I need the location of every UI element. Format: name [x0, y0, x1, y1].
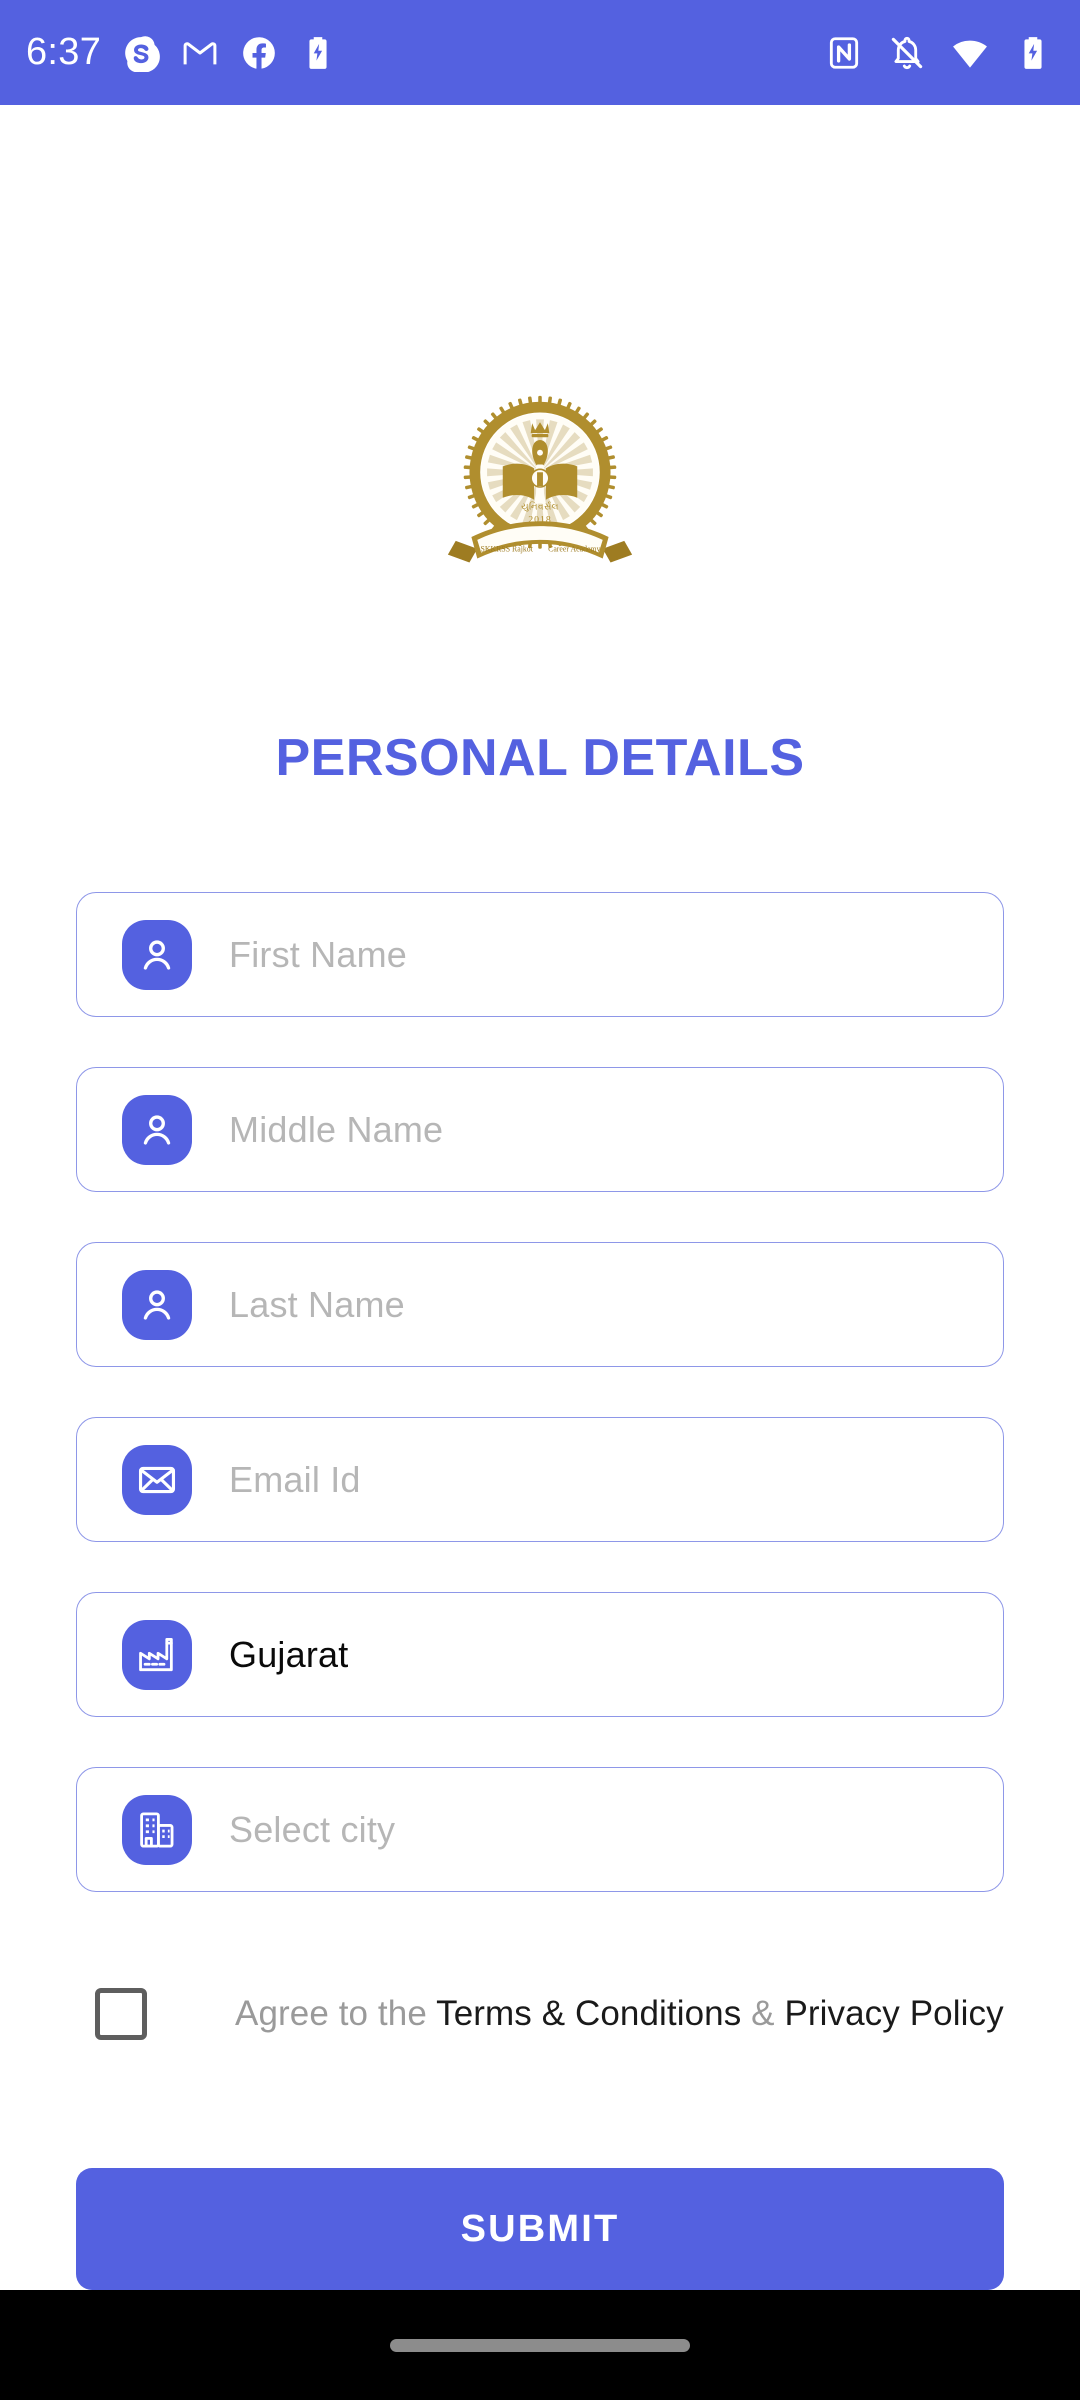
- terms-separator: &: [741, 1994, 785, 2033]
- field-city[interactable]: Select city: [76, 1767, 1004, 1892]
- terms-prefix: Agree to the: [235, 1994, 437, 2033]
- field-email-id-text: Email Id: [229, 1458, 361, 1500]
- person-icon: [122, 919, 192, 990]
- skype-icon: [122, 34, 161, 72]
- gesture-handle[interactable]: [390, 2338, 690, 2352]
- envelope-icon: [122, 1444, 192, 1515]
- battery-charging-icon: [1014, 34, 1052, 72]
- app-screen: 6:37 યુનિવર્સલ 2018 SKKRSS Rajkot Career…: [0, 0, 1080, 2400]
- status-bar: 6:37: [0, 0, 1080, 105]
- field-email-id[interactable]: Email Id: [76, 1417, 1004, 1542]
- buildings-icon: [122, 1794, 192, 1865]
- svg-text:Career Academy: Career Academy: [548, 545, 600, 554]
- gesture-navigation-bar: [0, 2290, 1080, 2400]
- field-first-name[interactable]: First Name: [76, 892, 1004, 1017]
- svg-text:SKKRSS Rajkot: SKKRSS Rajkot: [480, 545, 533, 554]
- page-title: PERSONAL DETAILS: [275, 729, 805, 787]
- factory-icon: [122, 1619, 192, 1690]
- status-bar-right-group: [825, 34, 1052, 72]
- status-bar-left-group: 6:37: [26, 31, 337, 74]
- submit-button[interactable]: SUBMIT: [76, 2168, 1004, 2290]
- submit-button-label: SUBMIT: [460, 2207, 620, 2250]
- terms-agreement-row[interactable]: Agree to the Terms & Conditions & Privac…: [95, 1988, 1004, 2040]
- facebook-icon: [240, 34, 278, 72]
- terms-agreement-label: Agree to the Terms & Conditions & Privac…: [235, 1994, 1004, 2034]
- personal-details-form: First Name Middle Name Last Name Email I…: [76, 892, 1004, 1942]
- wifi-icon: [951, 34, 989, 72]
- gmail-icon: [181, 34, 219, 72]
- battery-charging-icon: [299, 34, 337, 72]
- skkrss-academy-emblem-icon: યુનિવર્સલ 2018 SKKRSS Rajkot Career Acad…: [447, 395, 633, 563]
- field-state[interactable]: Gujarat: [76, 1592, 1004, 1717]
- svg-text:યુનિવર્સલ: યુનિવર્સલ: [521, 502, 559, 512]
- status-bar-clock: 6:37: [26, 31, 102, 73]
- person-icon: [122, 1269, 192, 1340]
- field-middle-name[interactable]: Middle Name: [76, 1067, 1004, 1192]
- field-last-name[interactable]: Last Name: [76, 1242, 1004, 1367]
- field-last-name-text: Last Name: [229, 1283, 405, 1325]
- privacy-policy-link[interactable]: Privacy Policy: [784, 1994, 1003, 2033]
- field-first-name-text: First Name: [229, 933, 408, 975]
- terms-checkbox[interactable]: [95, 1988, 147, 2040]
- field-city-text: Select city: [229, 1808, 396, 1850]
- page-content: યુનિવર્સલ 2018 SKKRSS Rajkot Career Acad…: [0, 105, 1080, 2290]
- field-middle-name-text: Middle Name: [229, 1108, 444, 1150]
- field-state-text: Gujarat: [229, 1633, 349, 1675]
- logo-container: યુનિવર્સલ 2018 SKKRSS Rajkot Career Acad…: [0, 388, 1080, 584]
- notifications-off-icon: [888, 34, 926, 72]
- terms-conditions-link[interactable]: Terms & Conditions: [436, 1994, 741, 2033]
- nfc-icon: [825, 34, 863, 72]
- person-icon: [122, 1094, 192, 1165]
